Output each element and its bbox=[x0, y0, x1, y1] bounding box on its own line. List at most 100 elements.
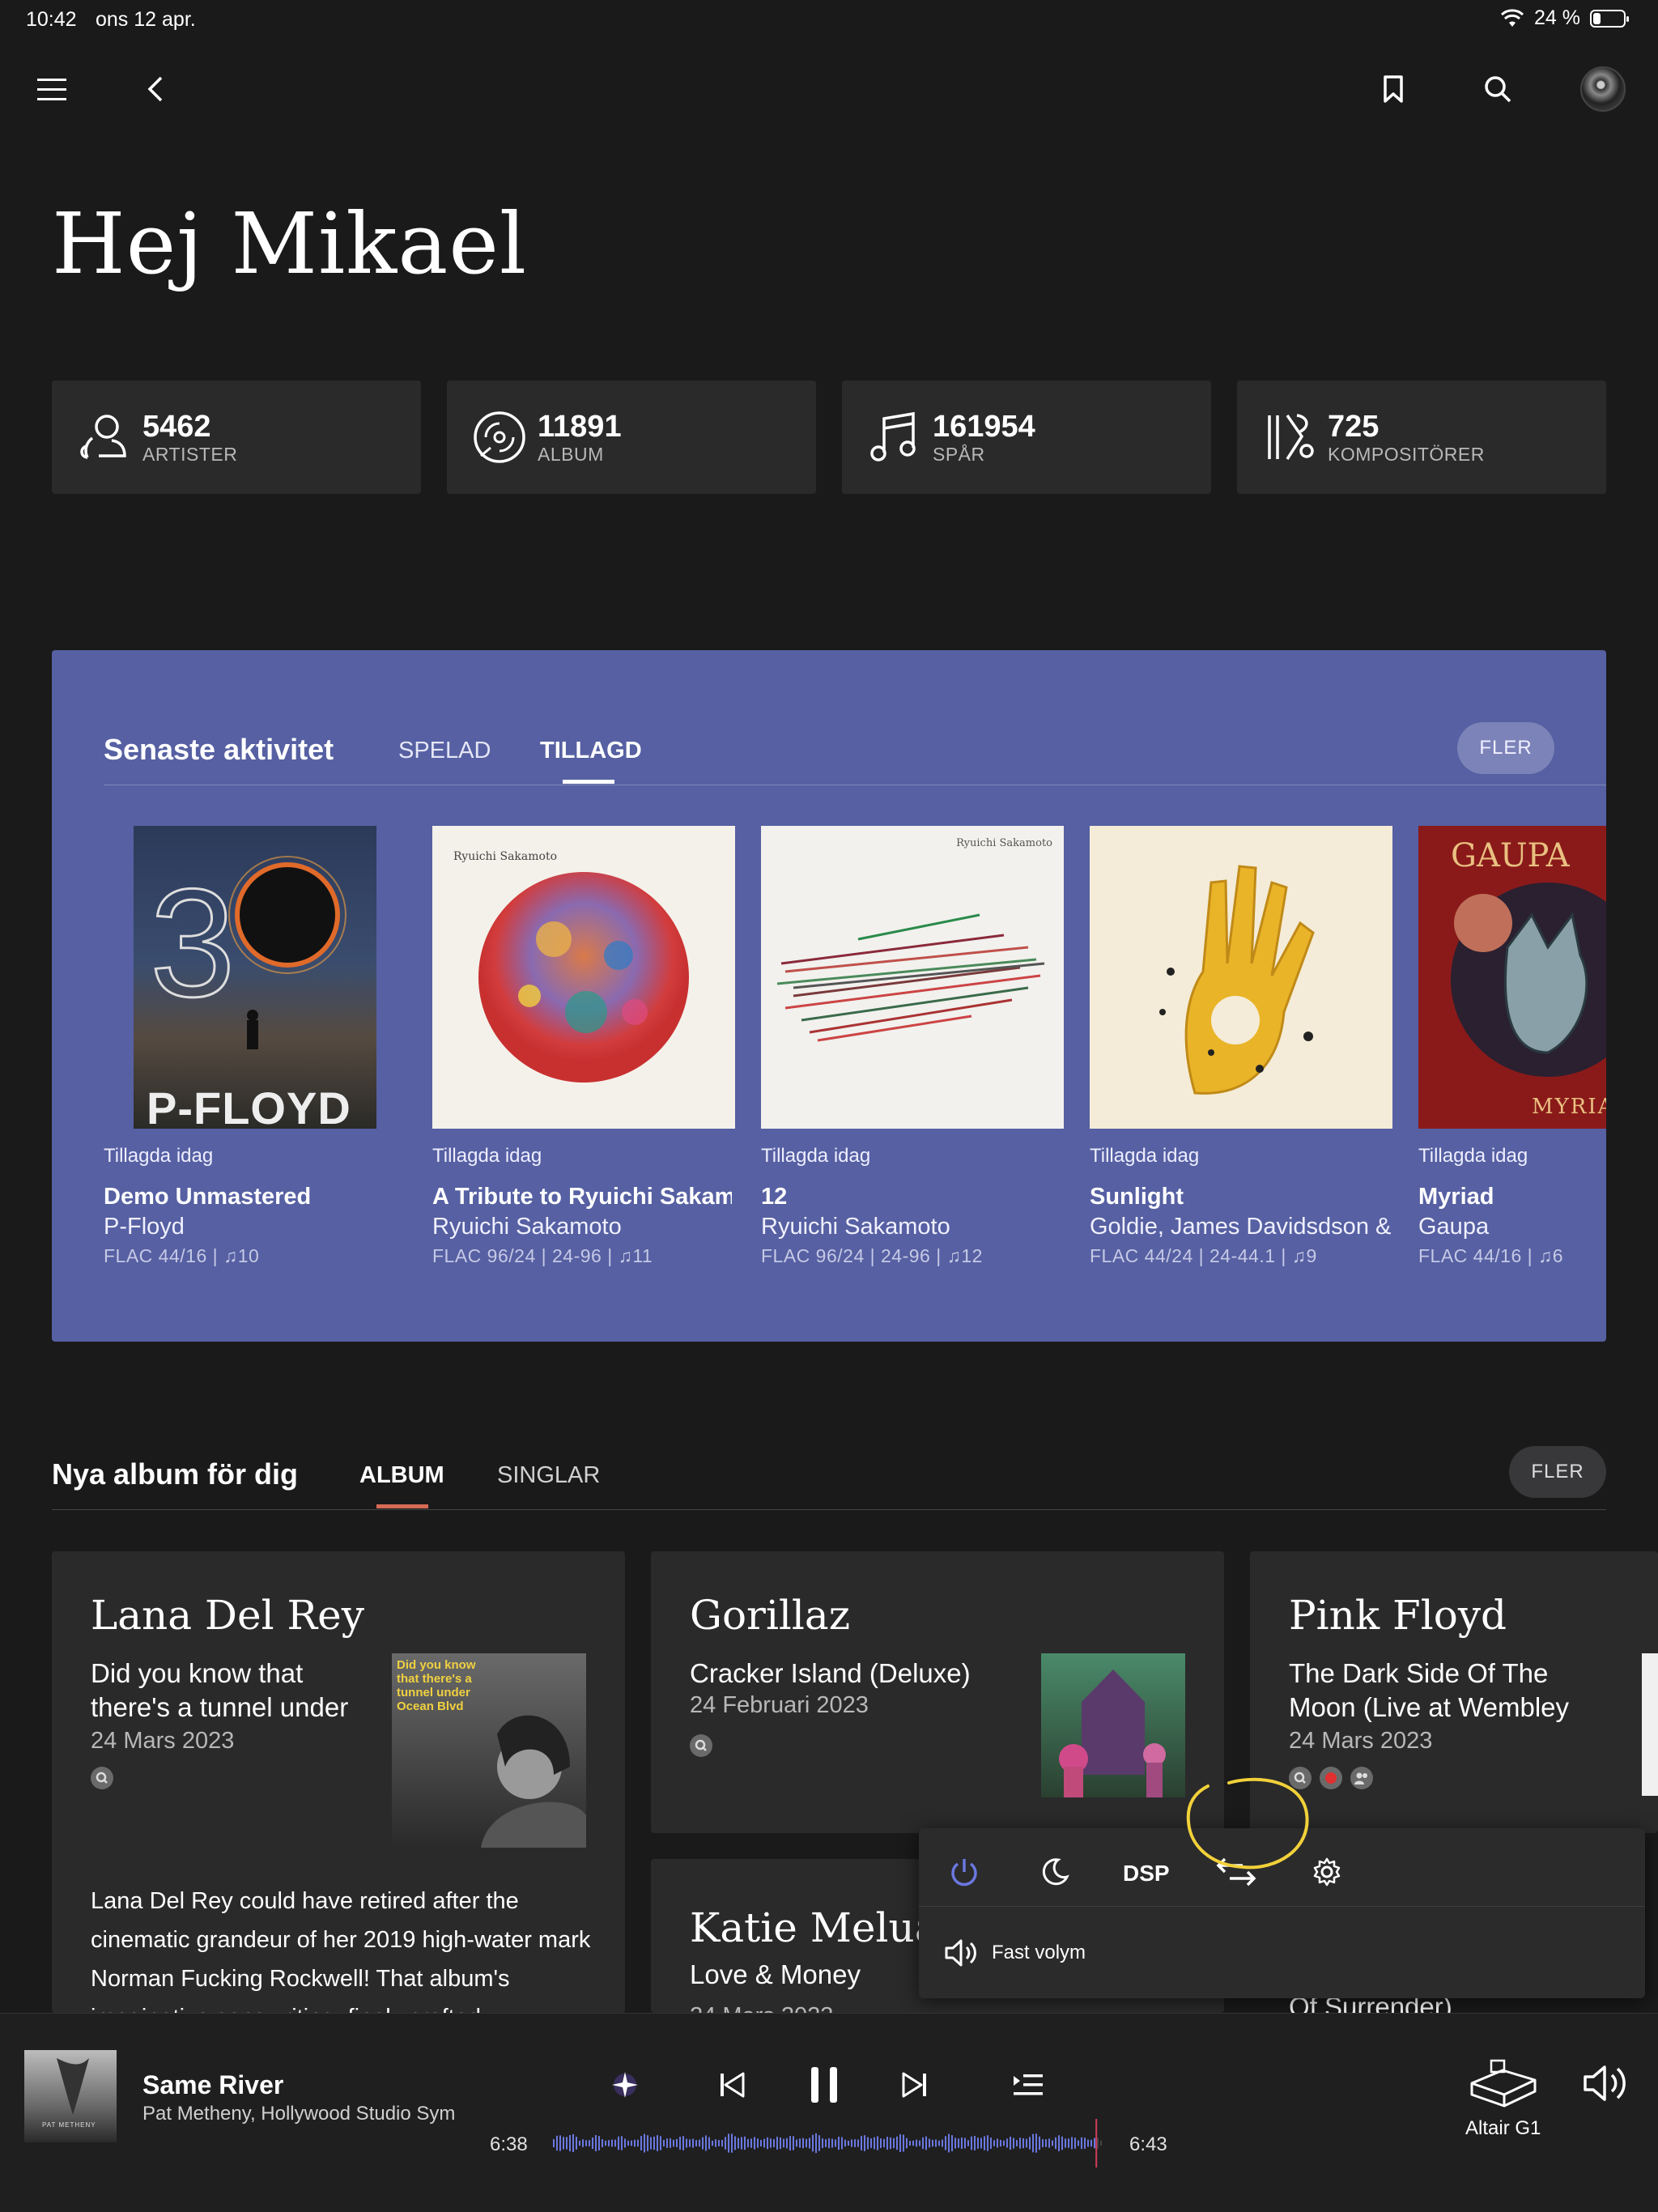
waveform-bar bbox=[993, 2140, 995, 2146]
waveform-bar bbox=[676, 2138, 678, 2147]
back-chevron-icon[interactable] bbox=[133, 66, 178, 112]
waveform-bar bbox=[627, 2140, 629, 2146]
waveform-bar bbox=[916, 2139, 917, 2147]
queue-list-icon[interactable] bbox=[1002, 2059, 1054, 2111]
waveform-bar bbox=[822, 2138, 823, 2148]
search-icon[interactable] bbox=[1475, 66, 1520, 112]
album-artist: Gaupa bbox=[1418, 1214, 1490, 1240]
waveform-bar bbox=[699, 2139, 700, 2147]
card-artist: Lana Del Rey bbox=[91, 1592, 364, 1639]
tab-album[interactable]: ALBUM bbox=[359, 1462, 444, 1489]
tab-added[interactable]: TILLAGD bbox=[540, 738, 642, 764]
more-button[interactable]: FLER bbox=[1457, 722, 1554, 774]
dsp-button[interactable]: DSP bbox=[1123, 1861, 1170, 1887]
divider bbox=[919, 1906, 1645, 1907]
new-album-card[interactable]: Lana Del Rey Did you know that there's a… bbox=[52, 1551, 625, 2013]
new-albums-title: Nya album för dig bbox=[52, 1457, 299, 1491]
active-tab-indicator bbox=[376, 1504, 428, 1508]
stat-label: KOMPOSITÖRER bbox=[1328, 443, 1485, 465]
now-playing-cover[interactable]: PAT METHENY bbox=[24, 2050, 117, 2142]
cover-title: MYRIAD bbox=[1532, 1095, 1606, 1119]
waveform-bar bbox=[738, 2138, 739, 2149]
waveform-bar bbox=[815, 2133, 817, 2154]
stat-card-artists[interactable]: 5462 ARTISTER bbox=[52, 381, 421, 494]
waveform-bar bbox=[783, 2138, 784, 2148]
waveform-bar bbox=[951, 2135, 953, 2151]
waveform-bar bbox=[585, 2140, 587, 2146]
waveform-bar bbox=[851, 2139, 852, 2147]
waveform-bar bbox=[938, 2140, 940, 2146]
sparkle-icon[interactable] bbox=[599, 2059, 651, 2111]
album-cover: Ryuichi Sakamoto bbox=[432, 826, 735, 1129]
volume-icon[interactable] bbox=[1580, 2057, 1632, 2109]
waveform-bar bbox=[747, 2138, 749, 2148]
waveform-bar bbox=[634, 2139, 636, 2147]
waveform-bar bbox=[828, 2138, 830, 2149]
stat-card-albums[interactable]: 11891 ALBUM bbox=[447, 381, 816, 494]
streamer-device-icon[interactable] bbox=[1467, 2056, 1540, 2112]
waveform-bar bbox=[1055, 2137, 1056, 2150]
waveform-progress-bar[interactable] bbox=[552, 2119, 1103, 2167]
waveform-bar bbox=[932, 2139, 933, 2147]
user-avatar[interactable] bbox=[1580, 66, 1626, 112]
waveform-bar bbox=[867, 2137, 869, 2150]
previous-track-icon[interactable] bbox=[706, 2059, 758, 2111]
moon-icon[interactable] bbox=[1031, 1848, 1079, 1896]
next-track-icon[interactable] bbox=[889, 2059, 941, 2111]
status-bar: 10:42 ons 12 apr. 24 % bbox=[0, 0, 1658, 39]
added-label: Tillagda idag bbox=[432, 1145, 542, 1167]
waveform-bar bbox=[796, 2139, 797, 2147]
tab-singles[interactable]: SINGLAR bbox=[497, 1462, 600, 1489]
waveform-bar bbox=[971, 2136, 972, 2150]
waveform-bar bbox=[553, 2139, 555, 2147]
waveform-bar bbox=[763, 2138, 765, 2148]
waveform-bar bbox=[912, 2140, 914, 2146]
menu-hamburger-icon[interactable] bbox=[29, 66, 74, 112]
waveform-bar bbox=[942, 2139, 943, 2147]
more-button[interactable]: FLER bbox=[1509, 1446, 1606, 1498]
waveform-bar bbox=[670, 2138, 671, 2148]
waveform-bar bbox=[961, 2138, 963, 2149]
card-description: Lana Del Rey could have retired after th… bbox=[91, 1888, 591, 2013]
waveform-bar bbox=[886, 2137, 888, 2150]
greeting-title: Hej Mikael bbox=[52, 194, 528, 293]
stat-label: SPÅR bbox=[933, 443, 985, 465]
waveform-bar bbox=[789, 2136, 791, 2150]
waveform-bar bbox=[802, 2138, 804, 2149]
waveform-bar bbox=[806, 2138, 807, 2148]
waveform-bar bbox=[997, 2138, 998, 2148]
pause-icon[interactable] bbox=[798, 2059, 850, 2111]
waveform-bar bbox=[1100, 2140, 1102, 2146]
tab-played[interactable]: SPELAD bbox=[398, 738, 491, 764]
waveform-bar bbox=[864, 2135, 865, 2151]
waveform-bar bbox=[1071, 2137, 1073, 2150]
waveform-bar bbox=[572, 2133, 574, 2152]
waveform-bar bbox=[896, 2136, 898, 2150]
waveform-bar bbox=[631, 2140, 632, 2146]
waveform-bar bbox=[854, 2139, 856, 2147]
waveform-bar bbox=[909, 2141, 911, 2146]
stat-card-tracks[interactable]: 161954 SPÅR bbox=[842, 381, 1211, 494]
cover-title: P-FLOYD bbox=[147, 1083, 351, 1129]
bookmark-icon[interactable] bbox=[1371, 66, 1416, 112]
now-playing-artist[interactable]: Pat Metheny, Hollywood Studio Symphony bbox=[142, 2103, 454, 2125]
speaker-volume-icon bbox=[945, 1939, 976, 1967]
stat-card-composers[interactable]: 725 KOMPOSITÖRER bbox=[1237, 381, 1606, 494]
album-cover bbox=[1090, 826, 1392, 1129]
waveform-bar bbox=[595, 2135, 597, 2151]
people-badge-icon bbox=[1350, 1767, 1373, 1789]
waveform-bar bbox=[987, 2135, 988, 2151]
stat-value: 161954 bbox=[933, 409, 1035, 444]
now-playing-bar: PAT METHENY Same River Pat Metheny, Holl… bbox=[0, 2013, 1658, 2212]
new-album-card[interactable]: Gorillaz Cracker Island (Deluxe) 24 Febr… bbox=[651, 1551, 1224, 1833]
status-right: 24 % bbox=[1500, 6, 1629, 30]
device-name[interactable]: Altair G1 bbox=[1465, 2117, 1541, 2140]
waveform-bar bbox=[1045, 2139, 1047, 2147]
power-icon[interactable] bbox=[940, 1848, 988, 1896]
album-title: Sunlight bbox=[1090, 1184, 1184, 1210]
waveform-bar bbox=[825, 2139, 827, 2147]
now-playing-title[interactable]: Same River bbox=[142, 2070, 283, 2100]
divider bbox=[52, 1509, 1606, 1510]
waveform-bar bbox=[925, 2136, 927, 2150]
waveform-bar bbox=[576, 2137, 577, 2150]
